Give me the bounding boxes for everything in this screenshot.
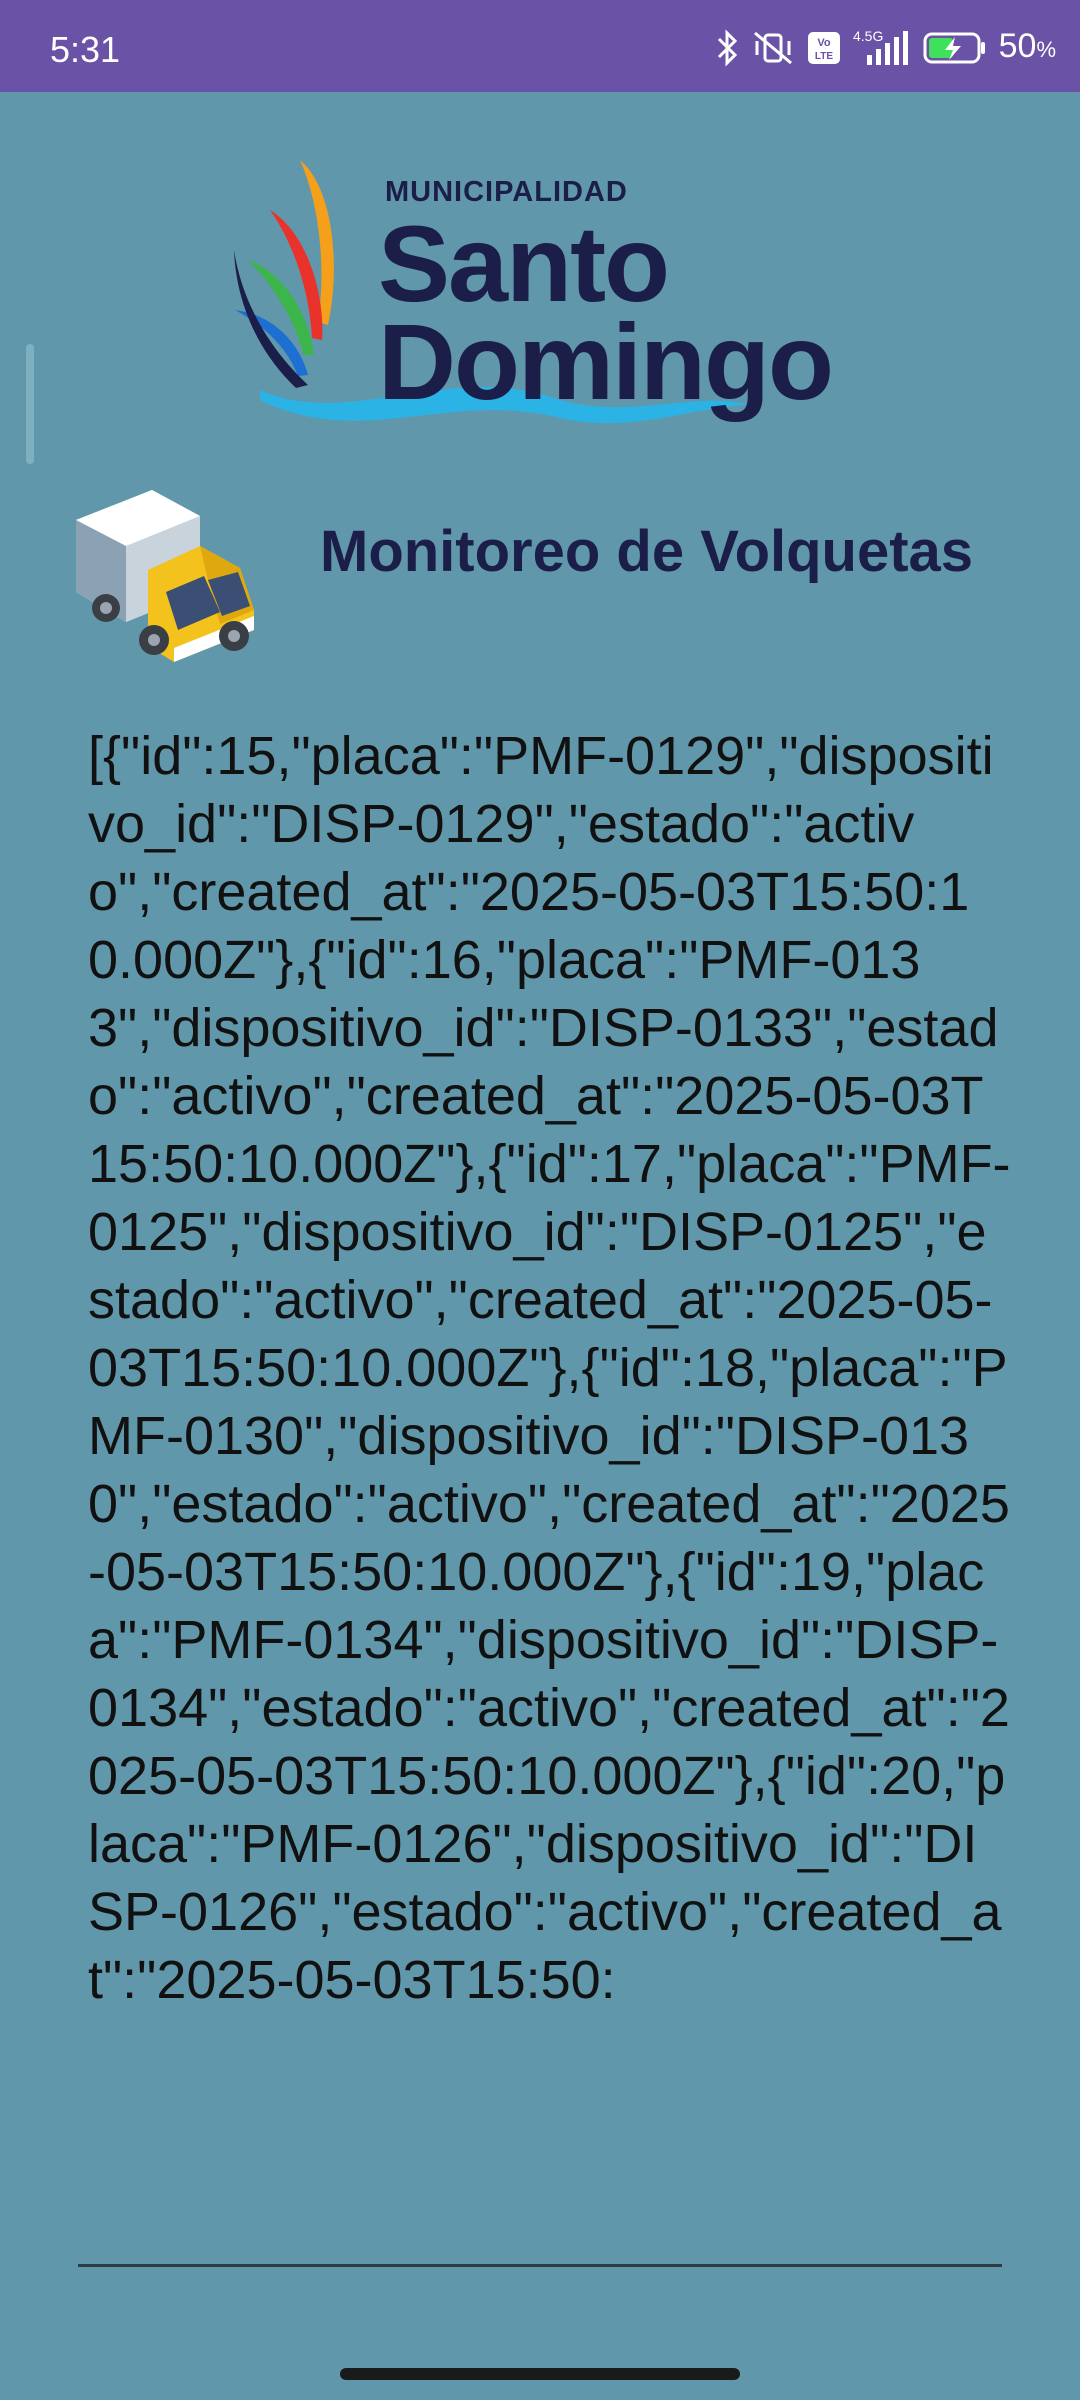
battery-percent: 50% [998,27,1056,65]
page-title: Monitoreo de Volquetas [320,519,974,584]
scroll-indicator[interactable] [26,344,34,464]
municipality-logo: MUNICIPALIDAD Santo Domingo [230,150,850,440]
status-time: 5:31 [50,29,121,70]
status-icons: Vo LTE 4.5G 50% [715,26,1056,70]
battery-charging-icon [923,31,987,65]
bluetooth-icon [715,29,739,67]
divider [78,2264,1002,2267]
volte-icon: Vo LTE [807,31,841,65]
logo-line2: Domingo [378,301,834,422]
response-scroll-area[interactable]: [{"id":15,"placa":"PMF-0129","dispositiv… [88,722,1012,2266]
response-text: [{"id":15,"placa":"PMF-0129","dispositiv… [88,726,1011,2010]
svg-text:Vo: Vo [817,37,831,49]
network-label: 4.5G [853,29,883,44]
truck-icon [70,480,260,675]
status-bar: 5:31 Vo LTE 4.5G 50% [0,0,1080,92]
vibrate-off-icon [751,29,795,67]
svg-text:LTE: LTE [815,51,833,62]
signal-icon: 4.5G [853,29,911,67]
home-gesture-handle[interactable] [340,2368,740,2380]
